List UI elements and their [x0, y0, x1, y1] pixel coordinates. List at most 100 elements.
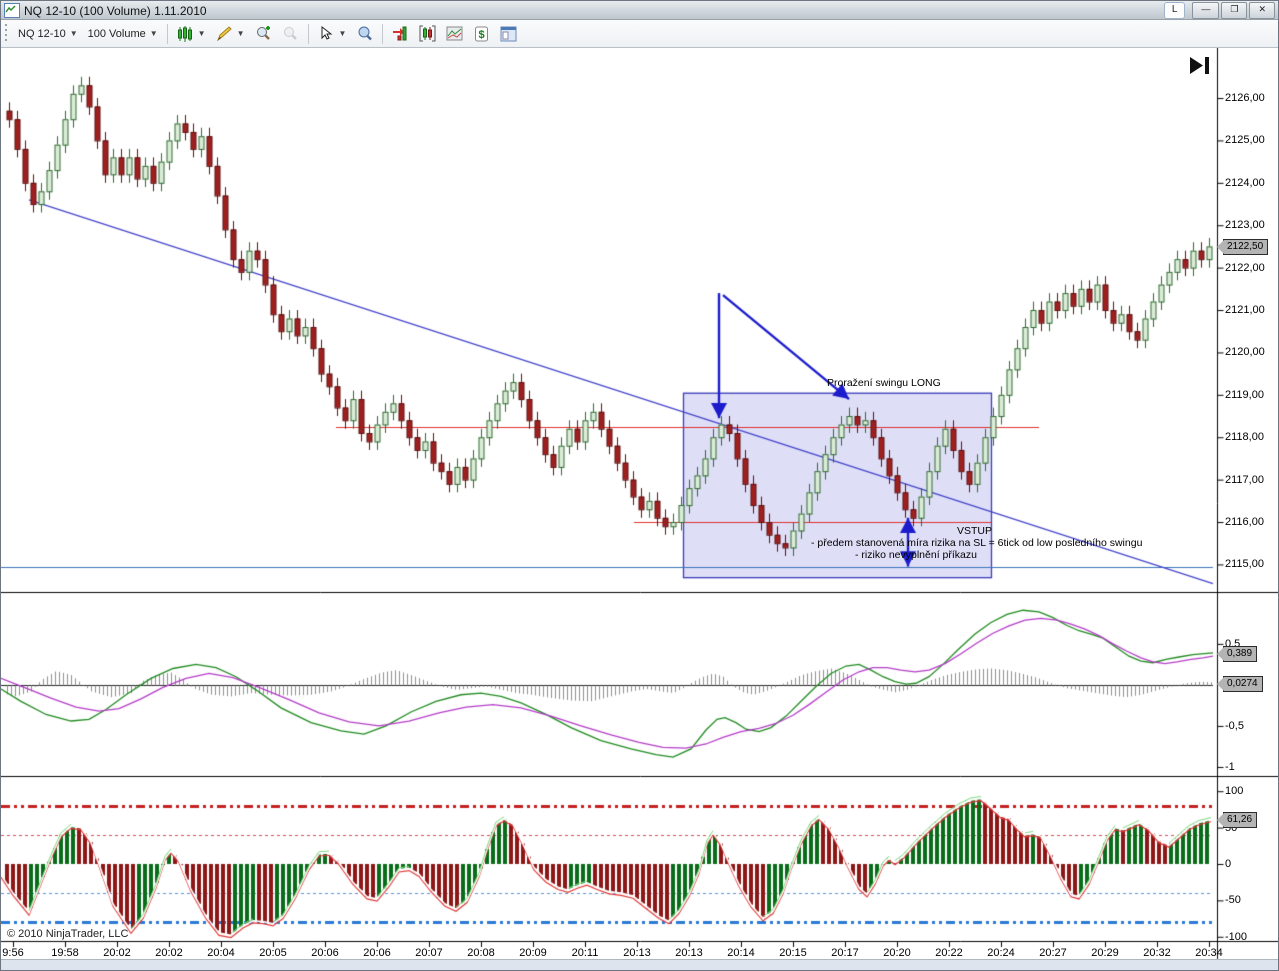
minimize-button[interactable]: — [1192, 1, 1220, 19]
time-axis-label: 19:58 [51, 947, 79, 959]
price-axis-label: 2118,00 [1225, 431, 1264, 444]
time-axis-label: 20:02 [103, 947, 131, 959]
time-axis-label: 20:24 [987, 947, 1015, 959]
chart-trader-button[interactable] [495, 23, 522, 44]
window-bottom-strip [1, 959, 1278, 970]
time-axis-label: 20:13 [623, 947, 651, 959]
chevron-down-icon: ▼ [197, 29, 206, 38]
instrument-label: NQ 12-10 [18, 27, 66, 40]
osc-axis-label: 100 [1225, 785, 1244, 798]
svg-text:$: $ [479, 29, 485, 41]
toolbar-grip[interactable] [3, 23, 10, 44]
toolbar-separator [307, 23, 309, 44]
price-axis-label: 2115,00 [1225, 558, 1264, 571]
data-series-icon [419, 25, 436, 42]
time-axis-label: 20:27 [1039, 947, 1067, 959]
chevron-down-icon: ▼ [149, 29, 158, 38]
link-button[interactable]: L [1163, 1, 1186, 19]
price-axis-label: 2117,00 [1225, 473, 1264, 486]
price-axis-label: 2116,00 [1225, 516, 1264, 529]
data-series-button[interactable] [414, 23, 441, 44]
time-axis-label: 20:22 [935, 947, 963, 959]
chart-trader-icon [500, 25, 517, 42]
zoom-out-button[interactable] [277, 23, 304, 44]
cursor-pointer-icon [318, 25, 335, 42]
time-axis-label: 20:02 [155, 947, 183, 959]
candlestick-style-button[interactable]: ▼ [172, 23, 211, 44]
zoom-in-button[interactable] [250, 23, 277, 44]
draw-button[interactable]: ▼ [211, 23, 250, 44]
macd-axis-label: -0,5 [1225, 719, 1244, 732]
strategies-icon: $ [473, 25, 490, 42]
price-axis-label: 2122,00 [1225, 261, 1265, 274]
price-axis-label: 2123,00 [1225, 219, 1265, 232]
osc-value-tag: 61,26 [1216, 812, 1258, 829]
macd-value-tag: 0,389 [1216, 645, 1258, 662]
time-axis-label: 20:06 [363, 947, 391, 959]
zoom-in-icon [255, 25, 272, 42]
chevron-down-icon: ▼ [69, 29, 78, 38]
time-axis-label: 20:04 [207, 947, 235, 959]
close-button[interactable]: ✕ [1249, 1, 1275, 19]
time-axis-label: 20:07 [415, 947, 443, 959]
play-to-end-icon[interactable] [1188, 57, 1214, 74]
title-bar: NQ 12-10 (100 Volume) 1.11.2010 L — ❐ ✕ [1, 1, 1278, 20]
toolbar: NQ 12-10 ▼ 100 Volume ▼ ▼ ▼ ▼ $ [1, 20, 1278, 48]
zoom-window-icon [356, 25, 373, 42]
price-axis-label: 2126,00 [1225, 92, 1265, 105]
osc-axis-label: -100 [1225, 930, 1248, 943]
time-axis-label: 20:20 [883, 947, 911, 959]
interval-selector[interactable]: 100 Volume ▼ [83, 26, 163, 42]
time-axis-label: 20:06 [311, 947, 339, 959]
time-axis-label: 20:08 [467, 947, 495, 959]
time-axis-label: 20:34 [1195, 947, 1223, 959]
time-axis-label: 20:29 [1091, 947, 1119, 959]
annotation-entry-line1: - předem stanovená míra rizika na SL = 6… [811, 537, 1143, 549]
chevron-down-icon: ▼ [236, 29, 245, 38]
annotation-entry-title: VSTUP [957, 525, 993, 537]
osc-axis-label: -50 [1225, 894, 1241, 907]
annotation-entry-line2: - riziko nevyplnění příkazu [855, 549, 977, 561]
time-axis-label: 20:05 [259, 947, 287, 959]
zoom-window-button[interactable] [351, 23, 378, 44]
indicators-button[interactable] [441, 23, 468, 44]
cursor-button[interactable]: ▼ [313, 23, 352, 44]
macd-value-tag: 0,0274 [1217, 675, 1263, 692]
pencil-draw-icon [216, 25, 233, 42]
candlestick-style-icon [177, 25, 194, 42]
chevron-down-icon: ▼ [338, 29, 347, 38]
time-axis-label: 20:17 [831, 947, 859, 959]
price-axis-label: 2125,00 [1225, 134, 1265, 147]
time-axis-label: 20:15 [779, 947, 807, 959]
chart-canvas[interactable] [1, 48, 1278, 970]
price-axis-label: 2124,00 [1225, 176, 1265, 189]
time-axis-label: 20:14 [727, 947, 755, 959]
chart-area: 2126,00 2125,00 2124,00 2123,00 2122,00 2121,… [1, 48, 1278, 970]
osc-axis-label: 0 [1225, 857, 1232, 870]
time-axis-label: 20:32 [1143, 947, 1171, 959]
indicators-icon [446, 25, 463, 42]
instrument-selector[interactable]: NQ 12-10 ▼ [13, 26, 83, 42]
ninjatrader-chart-window: NQ 12-10 (100 Volume) 1.11.2010 L — ❐ ✕ … [0, 0, 1279, 971]
macd-axis-label: -1 [1225, 760, 1235, 773]
toolbar-separator [166, 23, 168, 44]
price-axis-label: 2121,00 [1225, 304, 1265, 317]
price-axis-label: 2119,00 [1225, 388, 1264, 401]
zoom-out-icon [282, 25, 299, 42]
annotation-breakout: Proražení swingu LONG [827, 377, 941, 389]
price-axis-label: 2120,00 [1225, 346, 1265, 359]
copyright-text: © 2010 NinjaTrader, LLC [7, 928, 129, 940]
time-axis-label: 20:11 [571, 947, 599, 959]
window-title: NQ 12-10 (100 Volume) 1.11.2010 [24, 3, 207, 18]
chart-style-icon [392, 25, 409, 42]
app-chart-icon [4, 2, 20, 18]
chart-style-button[interactable] [387, 23, 414, 44]
time-axis-label: 20:09 [519, 947, 547, 959]
time-axis-label: 9:56 [2, 947, 24, 959]
interval-label: 100 Volume [87, 27, 146, 40]
strategies-button[interactable]: $ [468, 23, 495, 44]
restore-button[interactable]: ❐ [1221, 1, 1248, 19]
time-axis-label: 20:13 [675, 947, 703, 959]
toolbar-separator [382, 23, 384, 44]
price-value-tag: 2122,50 [1216, 239, 1269, 256]
